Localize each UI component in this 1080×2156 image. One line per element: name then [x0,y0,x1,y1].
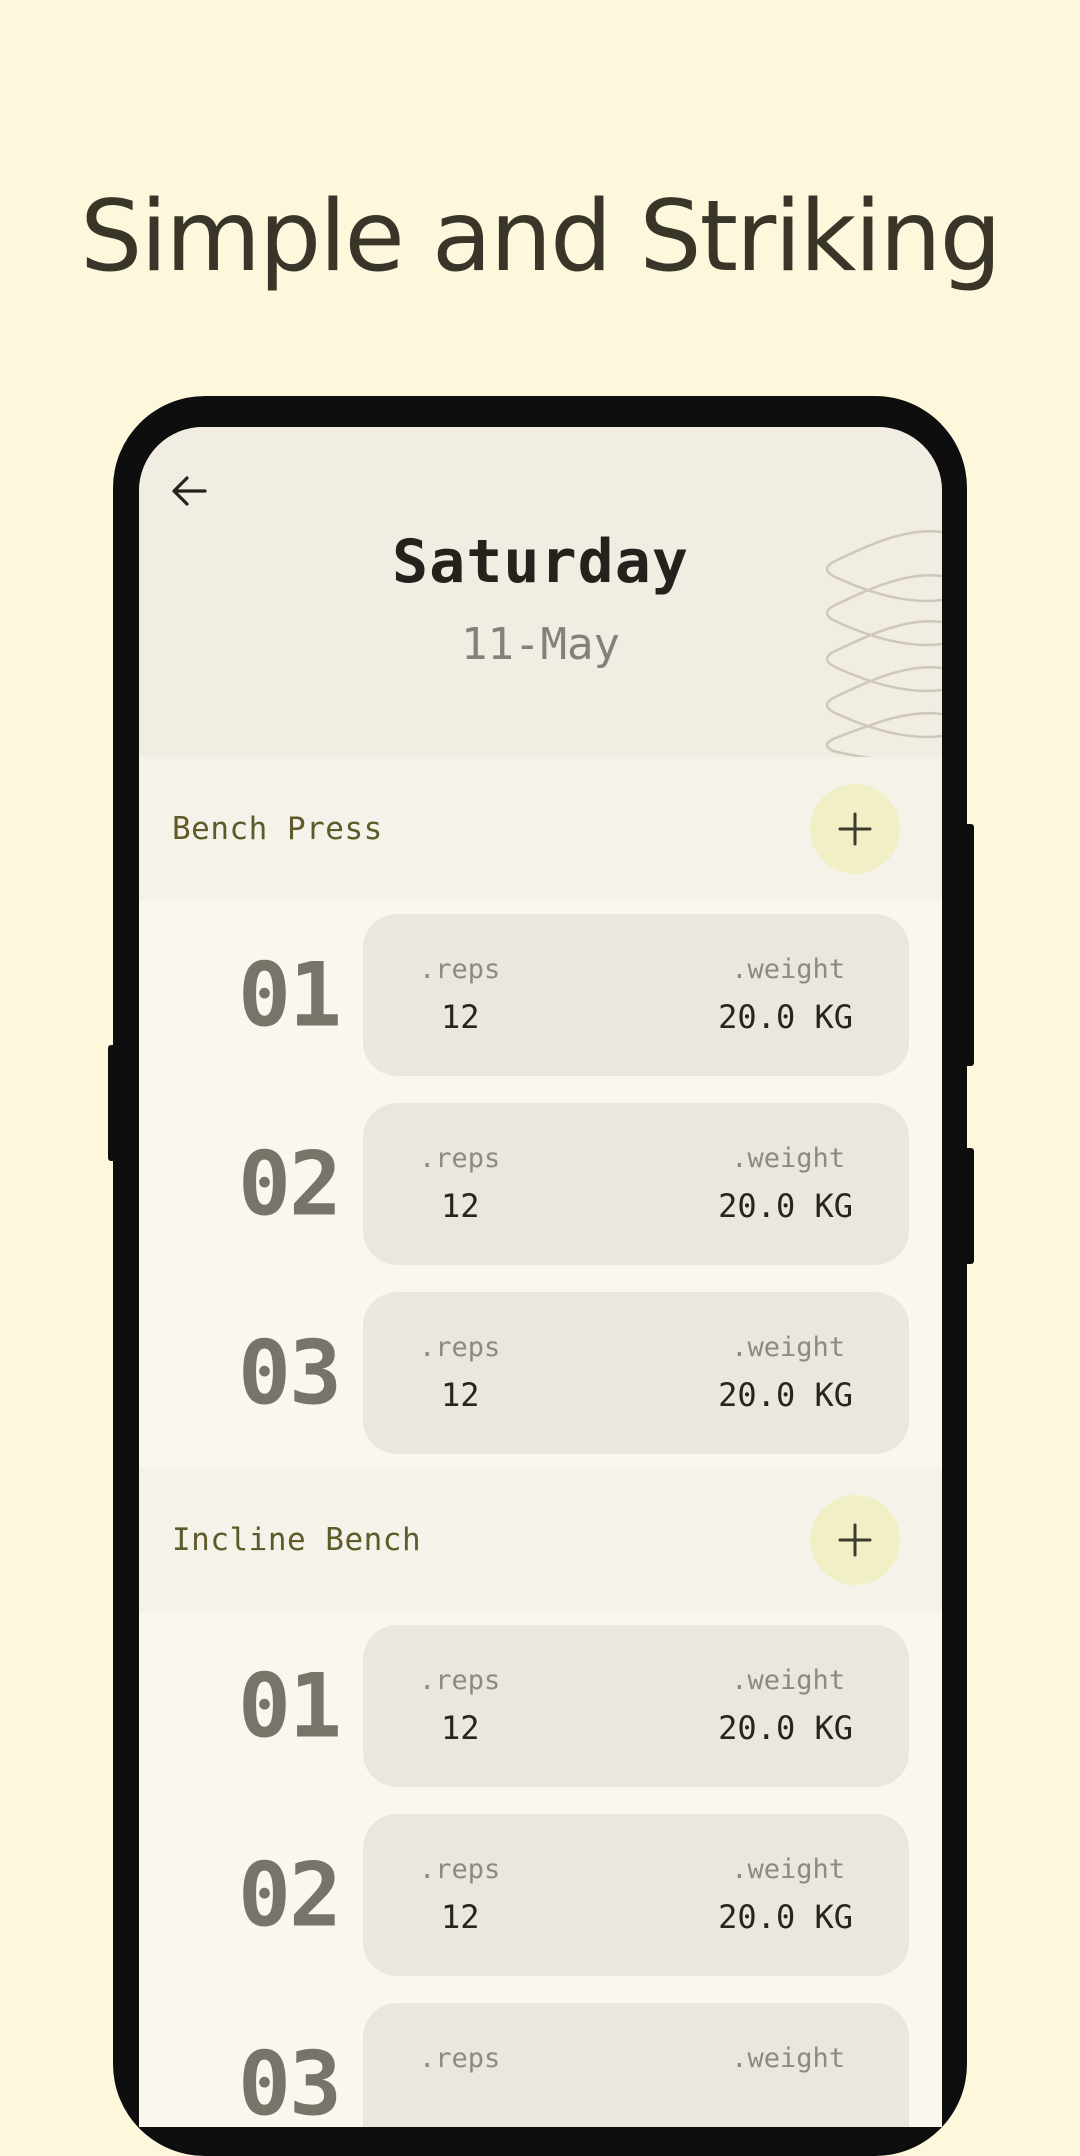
set-number: 03 [238,2032,342,2128]
set-card[interactable]: .reps 12 .weight 20.0 KG [363,1103,909,1265]
plus-icon [838,812,872,846]
weight-label: .weight [731,1854,845,1885]
reps-value: 12 [441,1709,480,1747]
weight-value: 20.0 KG [718,1709,853,1747]
reps-value: 12 [441,1376,480,1414]
day-title: Saturday [392,527,689,597]
weight-value: 20.0 KG [718,1187,853,1225]
date-subtitle: 11-May [461,619,620,670]
reps-value: 12 [441,1187,480,1225]
reps-label: .reps [419,2043,501,2074]
set-card[interactable]: .reps 12 .weight 20.0 KG [363,1625,909,1787]
set-row[interactable]: 03 .reps .weight [139,2003,942,2127]
exercise-section-bench-press: Bench Press [139,757,942,901]
plus-icon [838,1523,872,1557]
set-row[interactable]: 02 .reps 12 .weight 20.0 KG [139,1814,942,1976]
weight-label: .weight [731,954,845,985]
weight-label: .weight [731,1665,845,1696]
add-set-button[interactable] [810,1495,900,1585]
phone-side-button-left [108,1045,116,1161]
set-row[interactable]: 02 .reps 12 .weight 20.0 KG [139,1103,942,1265]
reps-label: .reps [419,1332,501,1363]
reps-label: .reps [419,1854,501,1885]
reps-value: 12 [441,1898,480,1936]
add-set-button[interactable] [810,784,900,874]
phone-power-button [964,824,974,1066]
weight-label: .weight [731,2043,845,2074]
reps-value: 12 [441,998,480,1036]
set-card[interactable]: .reps .weight [363,2003,909,2127]
set-number: 01 [238,943,342,1047]
set-row[interactable]: 01 .reps 12 .weight 20.0 KG [139,1625,942,1787]
exercise-section-incline-bench: Incline Bench [139,1468,942,1612]
set-number: 03 [238,1321,342,1425]
phone-volume-button [964,1148,974,1264]
weight-value: 20.0 KG [718,998,853,1036]
weight-label: .weight [731,1143,845,1174]
reps-label: .reps [419,1143,501,1174]
set-row[interactable]: 01 .reps 12 .weight 20.0 KG [139,914,942,1076]
back-arrow-icon[interactable] [167,469,211,513]
set-row[interactable]: 03 .reps 12 .weight 20.0 KG [139,1292,942,1454]
set-card[interactable]: .reps 12 .weight 20.0 KG [363,914,909,1076]
day-header: Saturday 11-May [139,427,942,762]
decorative-waves-icon [825,529,942,762]
weight-label: .weight [731,1332,845,1363]
set-number: 02 [238,1132,342,1236]
reps-label: .reps [419,1665,501,1696]
set-card[interactable]: .reps 12 .weight 20.0 KG [363,1292,909,1454]
weight-value: 20.0 KG [718,1898,853,1936]
exercise-name: Incline Bench [172,1522,422,1558]
set-number: 01 [238,1654,342,1758]
weight-value: 20.0 KG [718,1376,853,1414]
set-number: 02 [238,1843,342,1947]
set-card[interactable]: .reps 12 .weight 20.0 KG [363,1814,909,1976]
promo-headline: Simple and Striking [80,180,1002,294]
exercise-name: Bench Press [172,811,383,847]
reps-label: .reps [419,954,501,985]
app-screen: Saturday 11-May Bench Press 01 .reps 12 … [139,427,942,2127]
